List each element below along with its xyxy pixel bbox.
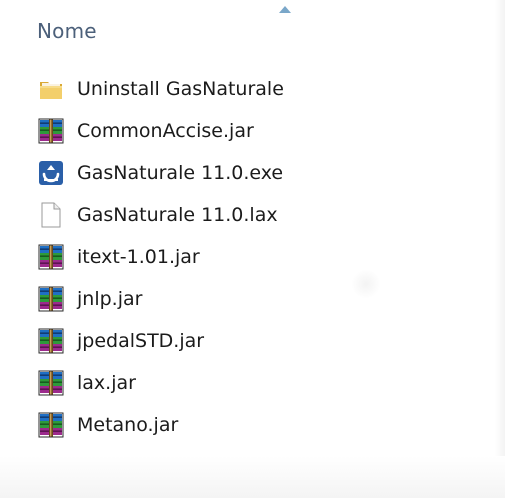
file-name: CommonAccise.jar xyxy=(77,120,254,142)
winrar-archive-icon xyxy=(37,285,65,313)
file-row[interactable]: Uninstall GasNaturale xyxy=(37,68,477,110)
application-icon xyxy=(37,159,65,187)
winrar-archive-icon xyxy=(37,369,65,397)
file-row[interactable]: CommonAccise.jar xyxy=(37,110,477,152)
file-row[interactable]: jnlp.jar xyxy=(37,278,477,320)
winrar-archive-icon xyxy=(37,117,65,145)
name-column-header[interactable]: Nome xyxy=(37,19,97,43)
winrar-archive-icon xyxy=(37,243,65,271)
file-row[interactable]: Metano.jar xyxy=(37,404,477,446)
file-name: Metano.jar xyxy=(77,414,179,436)
file-row[interactable]: GasNaturale 11.0.exe xyxy=(37,152,477,194)
file-row[interactable]: jpedalSTD.jar xyxy=(37,320,477,362)
file-name: jnlp.jar xyxy=(77,288,143,310)
file-list: Uninstall GasNaturale CommonAccise.jar Gas… xyxy=(37,68,477,446)
file-name: lax.jar xyxy=(77,372,136,394)
pane-edge-shade xyxy=(495,0,505,498)
file-row[interactable]: GasNaturale 11.0.lax xyxy=(37,194,477,236)
file-row[interactable]: itext-1.01.jar xyxy=(37,236,477,278)
winrar-archive-icon xyxy=(37,327,65,355)
file-list-pane: Nome Uninstall GasNaturale CommonAccise.j… xyxy=(0,0,505,498)
background-glare xyxy=(352,270,380,298)
winrar-archive-icon xyxy=(37,411,65,439)
sort-ascending-icon[interactable] xyxy=(279,6,291,13)
file-row[interactable]: lax.jar xyxy=(37,362,477,404)
file-name: jpedalSTD.jar xyxy=(77,330,205,352)
column-header-bar: Nome xyxy=(0,0,500,58)
blank-file-icon xyxy=(37,201,65,229)
file-name: itext-1.01.jar xyxy=(77,246,200,268)
folder-icon xyxy=(37,75,65,103)
file-name: Uninstall GasNaturale xyxy=(77,78,284,100)
file-name: GasNaturale 11.0.exe xyxy=(77,162,284,184)
pane-bottom-shade xyxy=(0,456,505,498)
file-name: GasNaturale 11.0.lax xyxy=(77,204,278,226)
